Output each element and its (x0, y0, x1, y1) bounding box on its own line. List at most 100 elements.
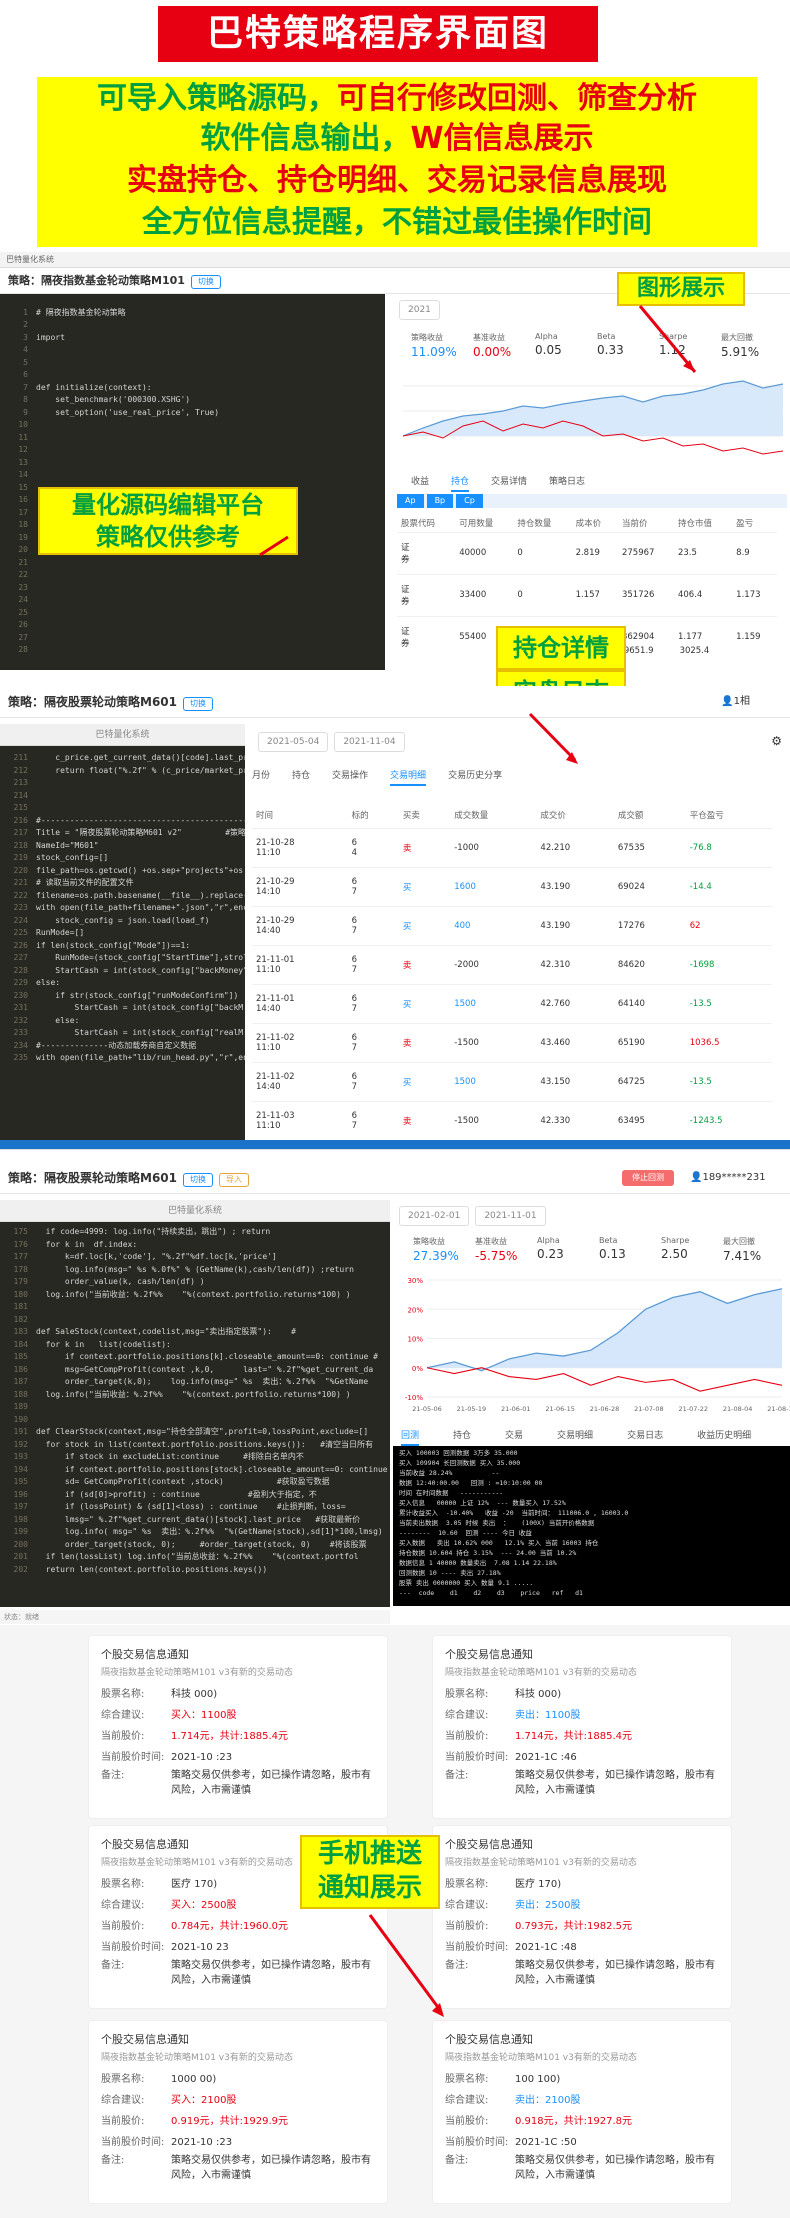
log-console: 买入 100003 回测数据 3万多 35.000 买入 109904 长回测数据… (393, 1446, 790, 1606)
code-line: 178 log.info(msg=" %s %.0f%" % (GetName(… (0, 1264, 390, 1277)
log-line: 当前收益 28.24% -- (399, 1469, 500, 1477)
code-text: order_value(k, cash/len(df) ) (36, 1277, 205, 1286)
code-line: 183 def SaleStock(context,codelist,msg="卖… (0, 1326, 390, 1339)
code-text: if context.portfolio.positions[stock].cl… (36, 1464, 388, 1474)
benchmark-line (426, 1367, 783, 1392)
line-number: 182 (13, 1314, 28, 1324)
code-line: 193 if stock in excludeList:continue #排除… (0, 1451, 390, 1464)
code-text: if stock in excludeList:continue #排除白名单内… (36, 1452, 304, 1461)
tab-1[interactable]: 持仓 (453, 1428, 471, 1441)
line-number: 178 (13, 1264, 28, 1274)
y-tick-label: 10% (407, 1336, 423, 1344)
date-to[interactable]: 2021-11-01 (475, 1206, 546, 1226)
line-number: 190 (13, 1414, 28, 1424)
code-line: 188 log.info("当前收益：%.2f%% "%(context.por… (0, 1389, 390, 1402)
code-line: 186 msg=GetCompProfit(context ,k,0, last… (0, 1364, 390, 1377)
line-number: 179 (13, 1277, 28, 1286)
log-line: 买入信息 00000 上证 12% --- 数量买入 17.52% (399, 1499, 566, 1507)
log-line: 当前卖出数据 3.05 时候 卖出 ： (100X) 当前开价格数据 (399, 1519, 595, 1527)
feature-box: 可导入策略源码，可自行修改回测、筛查分析 软件信息输出，W信信息展示 实盘持仓、… (37, 77, 757, 247)
line-number: 193 (13, 1452, 28, 1461)
line-number: 189 (13, 1402, 28, 1411)
code-text: order_target(stock, 0); #order_target(st… (36, 1539, 367, 1549)
code-line: 201 if len(lossList) log.info("当前总收益：%.2… (0, 1551, 390, 1564)
tab-2[interactable]: 交易 (505, 1428, 523, 1441)
code-line: 192 for stock in list(context.portfolio.… (0, 1439, 390, 1452)
metric-label: Beta (599, 1236, 618, 1245)
metric-label: Sharpe (661, 1236, 690, 1245)
line-number: 194 (13, 1464, 28, 1474)
x-tick-label: 21-06-01 (501, 1405, 531, 1413)
import-button[interactable]: 导入 (219, 1173, 249, 1187)
log-line: 时间 在时间数据 ----------- (399, 1489, 504, 1497)
date-range: 2021-02-01 2021-11-01 (399, 1206, 552, 1226)
strategy-bar: 策略：隔夜股票轮动策略M601 切换 导入 停止回测 👤189*****231 (0, 1162, 790, 1194)
code-text: lmsg=" %.2f"%get_current_data()[stock].l… (36, 1514, 361, 1524)
stop-backtest-button[interactable]: 停止回测 (622, 1170, 674, 1186)
line-number: 188 (13, 1389, 28, 1399)
metric-value: 0.23 (537, 1247, 564, 1261)
window-titlebar (0, 1140, 790, 1150)
code-line: 181 (0, 1301, 390, 1314)
metric-5: 最大回撤 7.41% (723, 1236, 761, 1263)
user-label[interactable]: 👤189*****231 (690, 1162, 766, 1194)
metric-2: Alpha 0.23 (537, 1236, 564, 1261)
tab-4[interactable]: 交易日志 (627, 1428, 663, 1441)
code-text: if code=4999: log.info("持续卖出，跳出") ; retu… (36, 1227, 271, 1236)
code-line: 180 log.info("当前收益：%.2f%% "%(context.por… (0, 1289, 390, 1302)
code-text: log.info(msg=" %s %.0f%" % (GetName(k),c… (36, 1264, 354, 1274)
feature-line-2: 软件信息输出，W信信息展示 (37, 119, 757, 159)
x-tick-label: 21-05-06 (412, 1405, 442, 1413)
code-text: sd= GetCompProfit(context ,stock) #获取盈亏数… (36, 1477, 330, 1486)
feature-line-3: 实盘持仓、持仓明细、交易记录信息展现 (127, 163, 667, 198)
line-number: 198 (13, 1514, 28, 1524)
y-tick-label: -10% (405, 1394, 423, 1402)
line-number: 201 (13, 1552, 28, 1561)
code-line: 196 if (sd[0]>profit) : continue #盈利大于指定… (0, 1489, 390, 1502)
code-line: 200 order_target(stock, 0); #order_targe… (0, 1539, 390, 1552)
line-number: 196 (13, 1489, 28, 1499)
code-line: 185 if context.portfolio.positions[k].cl… (0, 1351, 390, 1364)
line-number: 199 (13, 1527, 28, 1536)
metric-label: 策略收益 (413, 1237, 445, 1246)
metric-value: 7.41% (723, 1249, 762, 1263)
tab-0[interactable]: 回测 (401, 1428, 420, 1446)
code-line: 195 sd= GetCompProfit(context ,stock) #获… (0, 1476, 390, 1489)
x-tick-label: 21-08-17 (767, 1405, 790, 1413)
metric-label: 基准收益 (475, 1237, 507, 1246)
user-icon: 👤 (690, 1172, 703, 1183)
x-tick-label: 21-08-04 (723, 1405, 753, 1413)
feature-line-1: 可导入策略源码，可自行修改回测、筛查分析 (37, 79, 757, 119)
line-number: 177 (13, 1252, 28, 1261)
code-text: for stock in list(context.portfolio.posi… (36, 1439, 373, 1449)
code-line: 179 order_value(k, cash/len(df) ) (0, 1276, 390, 1289)
returns-chart: 30% 20% 10% 0% -10% 21-05-06 21-05-19 21-06-01 2… (405, 1277, 790, 1413)
x-tick-label: 21-06-28 (590, 1405, 620, 1413)
log-line: -------- 10.60 回测 ---- 今日 收益 (399, 1529, 532, 1537)
code-text: log.info( msg=" %s 卖出：%.2f%% "%(GetName(… (36, 1527, 383, 1536)
code-line: 187 order_target(k,0); log.info(msg=" %s… (0, 1376, 390, 1389)
feature-line-2b: W信信息展示 (410, 121, 594, 156)
log-line: 买入 100003 回测数据 3万多 35.000 (399, 1449, 518, 1457)
line-number: 192 (13, 1439, 28, 1449)
line-number: 191 (13, 1427, 28, 1436)
code-text: if (lossPoint) & (sd[1]<loss) : continue… (36, 1502, 346, 1511)
code-editor[interactable]: 175 if code=4999: log.info("持续卖出，跳出") ; … (0, 1222, 390, 1607)
tab-5[interactable]: 收益历史明细 (697, 1428, 751, 1441)
code-text: msg=GetCompProfit(context ,k,0, last=" %… (36, 1364, 374, 1374)
y-tick-label: 20% (407, 1306, 423, 1314)
code-text: k=df.loc[k,'code'], "%.2f"%df.loc[k,'pri… (36, 1252, 277, 1261)
y-tick-label: 0% (412, 1365, 423, 1373)
switch-button[interactable]: 切换 (183, 1173, 213, 1187)
metric-label: Alpha (537, 1236, 560, 1245)
screenshot-backtest-overview: 巴特量化系统 策略：隔夜指数基金轮动策略M101 切换 1 # 隔夜指数基金轮动策略… (0, 252, 790, 670)
metric-value: 0.13 (599, 1247, 626, 1261)
log-line: 数据信息 1 40000 数量卖出 7.08 1.14 22.18% (399, 1559, 557, 1567)
date-from[interactable]: 2021-02-01 (399, 1206, 470, 1226)
metrics-row: 策略收益 27.39% 基准收益 -5.75% Alpha 0.23 Beta 0.13 Sha… (413, 1236, 783, 1266)
line-number: 185 (13, 1352, 28, 1361)
code-line: 197 if (lossPoint) & (sd[1]<loss) : cont… (0, 1501, 390, 1514)
tab-3[interactable]: 交易明细 (557, 1428, 593, 1441)
feature-line-2a: 软件信息输出， (200, 121, 411, 156)
line-number: 184 (13, 1339, 28, 1349)
